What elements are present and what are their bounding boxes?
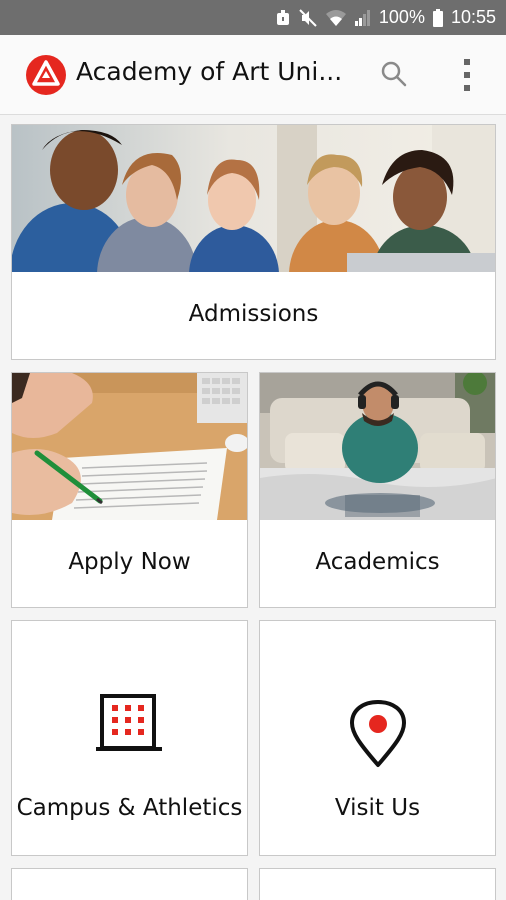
clock-time: 10:55 (450, 7, 496, 27)
apply-now-label: Apply Now (68, 549, 191, 575)
admissions-label: Admissions (188, 301, 319, 327)
next-tile-left[interactable] (11, 868, 248, 900)
search-icon[interactable] (380, 60, 408, 88)
academics-tile[interactable]: Academics (259, 372, 496, 608)
building-icon (96, 693, 162, 755)
battery-icon (432, 8, 443, 27)
visit-us-tile[interactable]: Visit Us (259, 620, 496, 856)
mute-icon (299, 8, 317, 27)
campus-athletics-label: Campus & Athletics (16, 795, 243, 821)
academics-label: Academics (315, 549, 440, 575)
alarm-icon (275, 9, 291, 26)
location-pin-icon (349, 699, 407, 769)
academy-logo-icon (25, 54, 67, 96)
tile-grid: Admissions Apply Now Academics Campus & … (0, 115, 506, 900)
more-vert-icon[interactable] (455, 57, 479, 93)
next-tile-right[interactable] (259, 868, 496, 900)
status-bar: 100% 10:55 (0, 0, 506, 35)
apply-now-tile[interactable]: Apply Now (11, 372, 248, 608)
signal-icon (354, 9, 371, 26)
battery-percent: 100% (378, 7, 425, 27)
admissions-tile[interactable]: Admissions (11, 124, 496, 360)
visit-us-label: Visit Us (334, 795, 421, 821)
academics-photo (260, 373, 495, 520)
campus-athletics-tile[interactable]: Campus & Athletics (11, 620, 248, 856)
admissions-photo (12, 125, 495, 272)
wifi-icon (325, 9, 347, 27)
apply-now-photo (12, 373, 247, 520)
app-bar: Academy of Art Uni... (0, 35, 506, 115)
app-title: Academy of Art Uni... (76, 57, 343, 86)
